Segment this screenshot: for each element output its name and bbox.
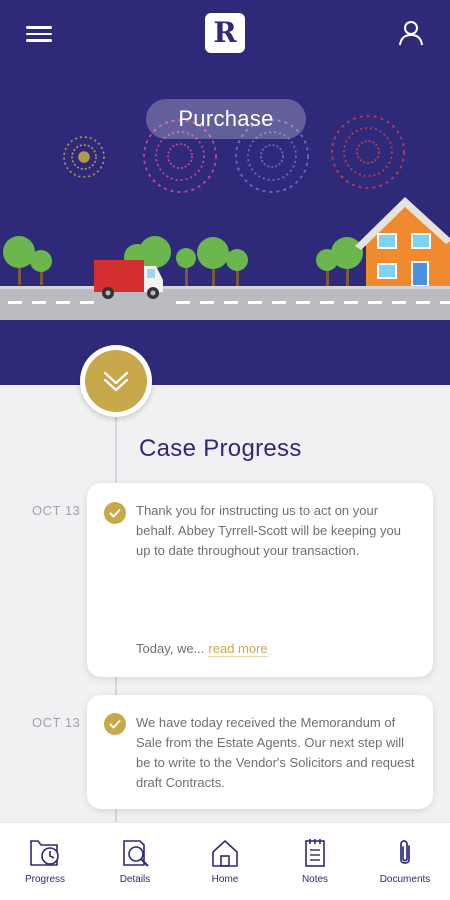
user-icon[interactable]: [396, 18, 426, 48]
house: [355, 197, 450, 287]
app-logo: R: [205, 13, 245, 53]
firework-red: [331, 115, 405, 189]
card-message: Thank you for instructing us to act on y…: [136, 503, 401, 558]
documents-icon: [400, 840, 410, 864]
logo-letter: R: [213, 16, 237, 49]
nav-progress[interactable]: Progress: [0, 823, 90, 900]
check-icon: [104, 502, 126, 524]
nav-label: Progress: [24, 874, 65, 885]
details-icon: [123, 840, 149, 867]
card-excerpt: Today, we...: [136, 641, 205, 656]
nav-label: Documents: [379, 874, 431, 885]
nav-label: Details: [119, 874, 151, 885]
nav-label: Notes: [301, 874, 329, 885]
trees: [3, 236, 363, 286]
card-message: We have today received the Memorandum of…: [136, 715, 415, 790]
entry-date: OCT 13: [32, 503, 81, 518]
nav-home[interactable]: Home: [180, 823, 270, 900]
read-more-link[interactable]: read more: [208, 641, 268, 657]
nav-details[interactable]: Details: [90, 823, 180, 900]
nav-notes[interactable]: Notes: [270, 823, 360, 900]
progress-card[interactable]: Thank you for instructing us to act on y…: [87, 483, 433, 677]
section-title: Case Progress: [139, 435, 302, 462]
transaction-type-badge: Purchase: [146, 99, 306, 139]
nav-label: Home: [211, 874, 239, 885]
notes-icon: [305, 839, 325, 867]
home-icon: [212, 840, 238, 867]
card-footer: Today, we... read more: [136, 641, 268, 657]
chevron-double-down-icon: [85, 350, 147, 412]
top-app-bar: R: [0, 0, 450, 70]
bottom-navigation: Progress Details Home Notes Documents: [0, 822, 450, 900]
nav-documents[interactable]: Documents: [360, 823, 450, 900]
check-icon: [104, 713, 126, 735]
firework-gold: [63, 136, 105, 178]
progress-card[interactable]: We have today received the Memorandum of…: [87, 695, 433, 809]
hamburger-menu-icon[interactable]: [22, 20, 58, 48]
progress-icon: [30, 840, 59, 866]
hero-banner: R Purchase: [0, 0, 450, 385]
entry-date: OCT 13: [32, 715, 81, 730]
collapse-banner-button[interactable]: [80, 345, 152, 417]
